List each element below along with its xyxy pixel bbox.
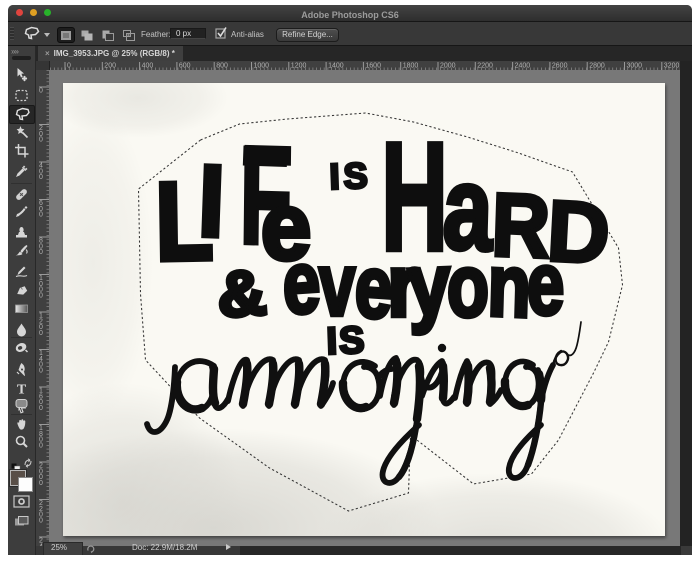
svg-text:0: 0: [39, 517, 43, 524]
svg-text:200: 200: [104, 63, 116, 70]
svg-text:1200: 1200: [291, 63, 307, 70]
svg-text:1000: 1000: [254, 63, 270, 70]
svg-text:2600: 2600: [552, 63, 568, 70]
svg-text:2000: 2000: [440, 63, 456, 70]
svg-text:0: 0: [39, 442, 43, 449]
svg-text:0: 0: [39, 249, 43, 256]
svg-text:0: 0: [39, 405, 43, 412]
svg-text:0: 0: [39, 480, 43, 487]
svg-text:400: 400: [142, 63, 154, 70]
svg-text:2800: 2800: [589, 63, 605, 70]
svg-text:y: y: [407, 236, 452, 335]
svg-text:&: &: [215, 256, 269, 330]
svg-text:0: 0: [39, 330, 43, 337]
svg-text:0: 0: [39, 292, 43, 299]
svg-text:800: 800: [216, 63, 228, 70]
svg-text:0: 0: [39, 137, 43, 144]
svg-text:0: 0: [39, 367, 43, 374]
svg-text:o: o: [447, 237, 489, 335]
svg-text:600: 600: [179, 63, 191, 70]
svg-text:0: 0: [39, 174, 43, 181]
svg-text:2400: 2400: [515, 63, 531, 70]
svg-text:1600: 1600: [365, 63, 381, 70]
svg-text:n: n: [486, 236, 532, 336]
svg-text:0: 0: [39, 212, 43, 219]
svg-text:0: 0: [39, 88, 43, 95]
svg-text:e: e: [281, 232, 322, 334]
svg-text:e: e: [527, 234, 564, 333]
svg-text:IS: IS: [326, 320, 367, 363]
svg-text:2200: 2200: [477, 63, 493, 70]
svg-text:IS: IS: [329, 155, 372, 197]
svg-text:1400: 1400: [328, 63, 344, 70]
svg-text:3000: 3000: [627, 63, 643, 70]
svg-text:3200: 3200: [664, 63, 680, 70]
svg-text:0: 0: [67, 63, 71, 70]
svg-text:T: T: [17, 383, 27, 397]
svg-text:1800: 1800: [403, 63, 419, 70]
